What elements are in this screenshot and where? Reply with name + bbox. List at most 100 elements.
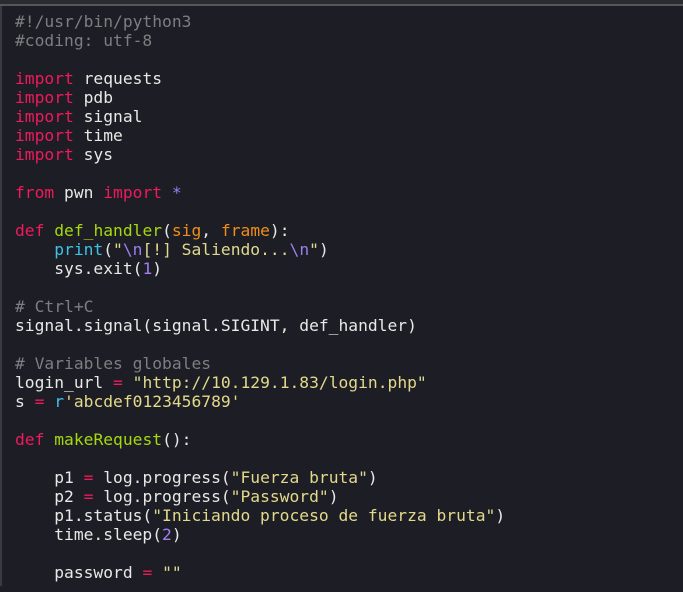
code-line[interactable] [15, 202, 505, 221]
code-token-comment: #coding: utf-8 [15, 31, 153, 50]
code-token-escape: * [171, 183, 182, 202]
code-token-plain: sys [73, 145, 114, 164]
code-token-op: = [83, 468, 94, 487]
code-token-string: 'abcdef0123456789' [64, 392, 241, 411]
code-token-plain: ) [152, 259, 163, 278]
code-line[interactable]: import requests [15, 69, 505, 88]
code-token-plain: ) [171, 525, 182, 544]
code-token-keyword: def [15, 221, 45, 240]
code-token-string: [!] Saliendo... [142, 240, 290, 259]
code-line[interactable] [15, 544, 505, 563]
code-token-builtin: r [54, 392, 65, 411]
code-line[interactable]: sys.exit(1) [15, 259, 505, 278]
code-line[interactable] [15, 278, 505, 297]
code-token-plain: log.progress( [93, 468, 231, 487]
code-line[interactable]: def def_handler(sig, frame): [15, 221, 505, 240]
window-left-border [0, 6, 2, 586]
code-line[interactable] [15, 411, 505, 430]
code-token-keyword: import [103, 183, 163, 202]
code-token-plain: (): [162, 430, 192, 449]
code-token-plain: ) [367, 468, 378, 487]
window-top-border [0, 0, 683, 6]
code-line[interactable] [15, 449, 505, 468]
code-token-plain: ( [162, 221, 172, 240]
code-token-plain: p1.status( [15, 506, 153, 525]
code-editor[interactable]: #!/usr/bin/python3 #coding: utf-8 import … [15, 12, 505, 582]
code-token-string: " [309, 240, 319, 259]
code-line[interactable]: p1 = log.progress("Fuerza bruta") [15, 468, 505, 487]
code-token-op: = [83, 487, 94, 506]
code-token-escape: \n [289, 240, 310, 259]
code-line[interactable]: signal.signal(signal.SIGINT, def_handler… [15, 316, 505, 335]
code-token-builtin: print [54, 240, 104, 259]
code-token-string: "http://10.129.1.83/login.php" [132, 373, 427, 392]
code-line[interactable] [15, 164, 505, 183]
code-token-comment: #!/usr/bin/python3 [15, 12, 192, 31]
code-line[interactable]: import pdb [15, 88, 505, 107]
code-token-plain: pdb [73, 88, 114, 107]
code-token-plain: pwn [54, 183, 104, 202]
code-line[interactable]: # Ctrl+C [15, 297, 505, 316]
code-line[interactable]: import signal [15, 107, 505, 126]
code-token-plain: signal.signal(signal.SIGINT, def_handler… [15, 316, 417, 335]
code-line[interactable]: time.sleep(2) [15, 525, 505, 544]
code-token-number: 2 [162, 525, 172, 544]
code-token-funcname: makeRequest [54, 430, 163, 449]
code-line[interactable]: p1.status("Iniciando proceso de fuerza b… [15, 506, 505, 525]
code-token-plain: p1 [15, 468, 84, 487]
code-token-keyword: import [15, 88, 74, 107]
code-token-plain: time.sleep( [15, 525, 163, 544]
code-token-plain: log.progress( [93, 487, 231, 506]
code-token-plain: ( [103, 240, 114, 259]
code-token-comment: # Variables globales [15, 354, 212, 373]
code-token-plain: requests [73, 69, 163, 88]
code-line[interactable] [15, 335, 505, 354]
code-line[interactable]: from pwn import * [15, 183, 505, 202]
code-line[interactable]: s = r'abcdef0123456789' [15, 392, 505, 411]
code-token-param: frame [220, 221, 270, 240]
code-token-plain: s [15, 392, 35, 411]
code-token-keyword: def [15, 430, 45, 449]
code-token-op: = [142, 563, 153, 582]
code-token-plain: signal [73, 107, 143, 126]
code-token-keyword: import [15, 126, 74, 145]
code-token-keyword: import [15, 69, 74, 88]
code-line[interactable]: print("\n[!] Saliendo...\n") [15, 240, 505, 259]
code-token-op: = [34, 392, 45, 411]
code-line[interactable] [15, 50, 505, 69]
code-line[interactable]: import time [15, 126, 505, 145]
code-token-plain: time [73, 126, 123, 145]
code-token-plain: p2 [15, 487, 84, 506]
code-token-string: "Fuerza bruta" [230, 468, 368, 487]
code-line[interactable]: #coding: utf-8 [15, 31, 505, 50]
code-token-plain: , [201, 221, 221, 240]
code-line[interactable]: # Variables globales [15, 354, 505, 373]
code-token-funcname: def_handler [54, 221, 163, 240]
code-line[interactable]: import sys [15, 145, 505, 164]
code-token-plain: login_url [15, 373, 114, 392]
code-token-keyword: from [15, 183, 55, 202]
code-token-plain: ) [328, 487, 339, 506]
code-token-string: "" [162, 563, 182, 582]
code-token-keyword: import [15, 107, 74, 126]
code-line[interactable]: login_url = "http://10.129.1.83/login.ph… [15, 373, 505, 392]
code-token-param: sig [171, 221, 202, 240]
code-line[interactable]: #!/usr/bin/python3 [15, 12, 505, 31]
code-token-op: = [113, 373, 123, 392]
code-token-escape: \n [122, 240, 143, 259]
code-token-string: "Password" [230, 487, 329, 506]
code-token-number: 1 [142, 259, 153, 278]
code-token-plain: sys.exit( [15, 259, 143, 278]
code-token-keyword: import [15, 145, 74, 164]
code-line[interactable]: def makeRequest(): [15, 430, 505, 449]
code-line[interactable]: p2 = log.progress("Password") [15, 487, 505, 506]
code-line[interactable]: password = "" [15, 563, 505, 582]
code-token-string: " [113, 240, 123, 259]
